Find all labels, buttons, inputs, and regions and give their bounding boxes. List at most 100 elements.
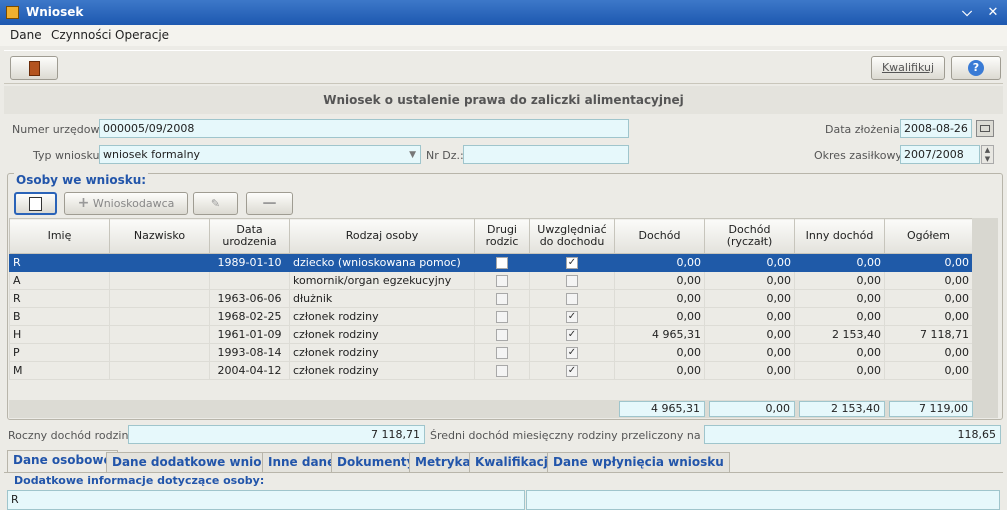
person-details-button[interactable] [14, 192, 57, 215]
period-label: Okres zasiłkowy: [814, 149, 905, 162]
flat-income-cell: 0,00 [704, 253, 795, 272]
second-parent-cell [474, 361, 530, 380]
date-field[interactable]: 2008-08-26 [900, 119, 972, 138]
toolbar: Kwalifikuj ? [4, 50, 1003, 84]
include-income-checkbox[interactable]: ✓ [566, 347, 578, 359]
edit-icon: ✎ [210, 197, 221, 210]
help-button[interactable]: ? [951, 56, 1001, 80]
period-stepper[interactable]: ▲ ▼ [981, 145, 994, 164]
exit-button[interactable] [10, 56, 58, 80]
type-select-value: wniosek formalny [103, 148, 201, 161]
include-income-cell: ✓ [529, 253, 615, 272]
annual-income-field[interactable]: 7 118,71 [128, 425, 425, 444]
app-icon [6, 6, 19, 19]
birth-date-cell: 1989-01-10 [209, 253, 290, 272]
help-icon: ? [968, 60, 984, 76]
birth-date-cell [209, 271, 290, 290]
tab-personal-data[interactable]: Dane osobowe [7, 450, 118, 473]
remove-person-button[interactable]: — [246, 192, 293, 215]
close-button[interactable]: ✕ [984, 4, 1002, 21]
second-parent-cell [474, 271, 530, 290]
col-first-name[interactable]: Imię [9, 218, 110, 254]
type-select[interactable]: wniosek formalny ▼ [99, 145, 421, 164]
second-parent-checkbox[interactable] [496, 293, 508, 305]
birth-date-cell: 1968-02-25 [209, 307, 290, 326]
income-cell: 0,00 [614, 289, 705, 308]
col-other-income[interactable]: Inny dochód [794, 218, 885, 254]
add-applicant-label: Wnioskodawca [92, 197, 175, 210]
col-income[interactable]: Dochód [614, 218, 705, 254]
table-row[interactable]: R 1963-06-06 dłużnik 0,00 0,00 0,00 0,00 [9, 289, 973, 308]
edit-person-button[interactable]: ✎ [193, 192, 238, 215]
second-parent-checkbox[interactable] [496, 329, 508, 341]
monthly-income-field[interactable]: 118,65 [704, 425, 1001, 444]
person-kind-cell: komornik/organ egzekucyjny [289, 271, 475, 290]
col-person-kind[interactable]: Rodzaj osoby [289, 218, 475, 254]
details-field-right[interactable] [526, 490, 1000, 510]
other-income-cell: 0,00 [794, 253, 885, 272]
empty-row [10, 380, 973, 398]
col-birth-date[interactable]: Data urodzenia [209, 218, 290, 254]
second-parent-checkbox[interactable] [496, 257, 508, 269]
first-name-cell: R [9, 289, 110, 308]
flat-income-cell: 0,00 [704, 271, 795, 290]
include-income-checkbox[interactable]: ✓ [566, 311, 578, 323]
total-cell: 0,00 [884, 289, 973, 308]
first-name-cell: M [9, 361, 110, 380]
include-income-cell: ✓ [529, 307, 615, 326]
calendar-icon [980, 125, 990, 132]
col-include-income[interactable]: Uwzględniać do dochodu [529, 218, 615, 254]
period-field[interactable]: 2007/2008 [900, 145, 980, 164]
add-applicant-button[interactable]: + Wnioskodawca [64, 192, 188, 215]
menu-bar: Dane Czynności Operacje [0, 25, 1007, 46]
type-label: Typ wniosku: [33, 149, 104, 162]
include-income-cell [529, 289, 615, 308]
table-row[interactable]: M 2004-04-12 członek rodziny ✓ 0,00 0,00 0,00 0… [9, 361, 973, 380]
first-name-cell: A [9, 271, 110, 290]
include-income-checkbox[interactable] [566, 293, 578, 305]
menu-czynnosci[interactable]: Czynności [51, 28, 112, 42]
total-sum: 7 119,00 [889, 401, 973, 417]
monthly-income-label: Średni dochód miesięczny rodziny przelic… [430, 429, 741, 442]
col-last-name[interactable]: Nazwisko [109, 218, 210, 254]
details-field-left[interactable]: R [7, 490, 525, 510]
nr-dz-field[interactable] [463, 145, 629, 164]
menu-operacje[interactable]: Operacje [115, 28, 169, 42]
tab-documents[interactable]: Dokumenty [331, 452, 421, 472]
empty-cell [110, 380, 210, 398]
title-bar: Wniosek ⌵ ✕ [0, 0, 1007, 25]
include-income-checkbox[interactable]: ✓ [566, 329, 578, 341]
include-income-cell: ✓ [529, 325, 615, 344]
table-row[interactable]: H 1961-01-09 członek rodziny ✓ 4 965,31 0,00 2… [9, 325, 973, 344]
tab-receipt-data[interactable]: Dane wpłynięcia wniosku [547, 452, 730, 472]
second-parent-cell [474, 253, 530, 272]
qualify-button[interactable]: Kwalifikuj [871, 56, 945, 80]
calendar-button[interactable] [976, 120, 994, 137]
col-total[interactable]: Ogółem [884, 218, 973, 254]
table-row[interactable]: R 1989-01-10 dziecko (wnioskowana pomoc) ✓ 0… [9, 253, 973, 272]
persons-table: Imię Nazwisko Data urodzenia Rodzaj osob… [9, 218, 973, 398]
include-income-checkbox[interactable] [566, 275, 578, 287]
include-income-checkbox[interactable]: ✓ [566, 257, 578, 269]
table-scrollbar[interactable] [972, 218, 998, 418]
person-kind-cell: członek rodziny [289, 361, 475, 380]
table-row[interactable]: Akomornik/organ egzekucyjny 0,00 0,00 0,00 0… [9, 271, 973, 290]
minimize-button[interactable]: ⌵ [958, 4, 976, 21]
second-parent-checkbox[interactable] [496, 347, 508, 359]
second-parent-checkbox[interactable] [496, 365, 508, 377]
tab-metadata[interactable]: Metryka [409, 452, 477, 472]
table-row[interactable]: B 1968-02-25 członek rodziny ✓ 0,00 0,00 0,00 0… [9, 307, 973, 326]
include-income-cell: ✓ [529, 343, 615, 362]
include-income-checkbox[interactable]: ✓ [566, 365, 578, 377]
last-name-cell [109, 325, 210, 344]
table-row[interactable]: P 1993-08-14 członek rodziny ✓ 0,00 0,00 0,00 0… [9, 343, 973, 362]
total-cell: 0,00 [884, 361, 973, 380]
col-flat-income[interactable]: Dochód (ryczałt) [704, 218, 795, 254]
menu-dane[interactable]: Dane [10, 28, 42, 42]
official-number-field[interactable]: 000005/09/2008 [99, 119, 629, 138]
second-parent-checkbox[interactable] [496, 311, 508, 323]
col-second-parent[interactable]: Drugi rodzic [474, 218, 530, 254]
flat-income-cell: 0,00 [704, 361, 795, 380]
tab-other-data[interactable]: Inne dane [262, 452, 342, 472]
second-parent-checkbox[interactable] [496, 275, 508, 287]
